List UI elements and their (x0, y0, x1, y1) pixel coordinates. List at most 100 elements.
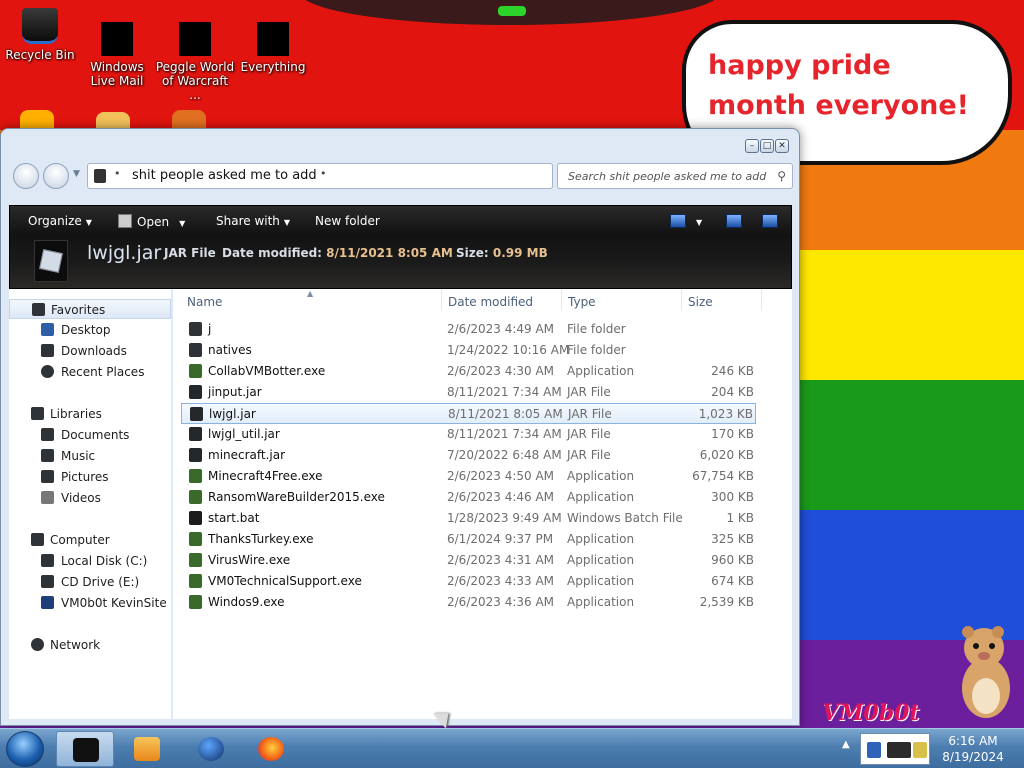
jar-file-large-icon (34, 240, 68, 282)
file-type: JAR File (567, 448, 611, 462)
table-row[interactable]: start.bat 1/28/2023 9:49 AM Windows Batch … (181, 508, 756, 529)
nav-videos[interactable]: Videos (9, 488, 171, 508)
details-size-value: 0.99 MB (492, 246, 548, 260)
batch-file-icon (189, 511, 202, 525)
search-icon[interactable]: ⚲ (777, 169, 786, 183)
organize-button[interactable]: Organize ▼ (28, 214, 92, 228)
nav-downloads[interactable]: Downloads (9, 341, 171, 361)
nav-desktop[interactable]: Desktop (9, 320, 171, 340)
nav-vm0b0t-kevinsite[interactable]: VM0b0t KevinSite (9, 593, 171, 613)
desktop-icon-everything[interactable]: Everything (233, 8, 313, 74)
nav-local-disk[interactable]: Local Disk (C:) (9, 551, 171, 571)
file-type: Application (567, 595, 635, 609)
details-date-label: Date modified: (222, 246, 322, 260)
cd-drive-icon (41, 575, 54, 588)
volume-tray-icon[interactable] (913, 742, 927, 758)
taskbar-globe-button[interactable] (182, 731, 240, 767)
clock-date: 8/19/2024 (942, 750, 1004, 764)
file-name: start.bat (208, 511, 260, 525)
file-size: 6,020 KB (699, 448, 754, 462)
open-button[interactable]: Open ▼ (118, 214, 185, 229)
table-row[interactable]: ThanksTurkey.exe 6/1/2024 9:37 PM Applicat… (181, 529, 756, 550)
network-tray-icon[interactable] (867, 742, 881, 758)
sort-ascending-icon: ▲ (307, 289, 314, 298)
table-row[interactable]: lwjgl_util.jar 8/11/2021 7:34 AM JAR File 1… (181, 424, 756, 445)
taskbar: ▲ 6:16 AM 8/19/2024 (0, 728, 1024, 768)
breadcrumb-separator-icon[interactable]: • (114, 167, 121, 180)
minimize-button[interactable]: – (745, 139, 759, 153)
file-date-modified: 2/6/2023 4:46 AM (447, 490, 555, 504)
column-header-name[interactable]: Name (187, 295, 222, 309)
recent-pages-arrow-icon[interactable]: ▼ (73, 169, 80, 179)
network-drive-icon (41, 596, 54, 609)
address-bar[interactable]: • shit people asked me to add • ▼ ↻ (87, 163, 613, 189)
column-divider[interactable] (561, 289, 562, 311)
explorer-window[interactable]: – □ ✕ ▼ • shit people asked me to add • … (0, 128, 800, 729)
column-header-type[interactable]: Type (568, 295, 596, 309)
back-button[interactable] (13, 163, 39, 189)
app-icon (189, 595, 202, 609)
everything-icon (257, 22, 289, 56)
table-row[interactable]: lwjgl.jar 8/11/2021 8:05 AM JAR File 1,023 … (181, 403, 756, 424)
jar-icon (189, 385, 202, 399)
table-row[interactable]: CollabVMBotter.exe 2/6/2023 4:30 AM Applic… (181, 361, 756, 382)
breadcrumb-separator-icon[interactable]: • (320, 167, 327, 180)
nav-recent-places[interactable]: Recent Places (9, 362, 171, 382)
taskbar-firefox-button[interactable] (242, 731, 300, 767)
show-hidden-icons-icon[interactable]: ▲ (842, 739, 850, 750)
table-row[interactable]: natives 1/24/2022 10:16 AM File folder (181, 340, 756, 361)
new-folder-button[interactable]: New folder (315, 214, 380, 228)
open-label: Open (137, 215, 170, 229)
close-button[interactable]: ✕ (775, 139, 789, 153)
nav-computer[interactable]: Computer (9, 530, 171, 550)
column-divider[interactable] (761, 289, 762, 311)
preview-pane-icon[interactable] (726, 214, 742, 228)
table-row[interactable]: Minecraft4Free.exe 2/6/2023 4:50 AM Applic… (181, 466, 756, 487)
column-divider[interactable] (681, 289, 682, 311)
details-file-name: lwjgl.jar (87, 242, 162, 264)
start-button[interactable] (6, 731, 44, 767)
search-input[interactable]: Search shit people asked me to add ⚲ (557, 163, 793, 189)
nav-favorites[interactable]: Favorites (9, 299, 171, 319)
system-tray (860, 733, 930, 765)
file-type: Application (567, 532, 635, 546)
taskbar-media-player-button[interactable] (118, 731, 176, 767)
tray-app-icon[interactable] (887, 742, 911, 758)
hard-drive-icon (41, 554, 54, 567)
nav-cd-drive[interactable]: CD Drive (E:) (9, 572, 171, 592)
file-type: File folder (567, 322, 626, 336)
file-date-modified: 2/6/2023 4:31 AM (447, 553, 555, 567)
desktop-icon-windows-live-mail[interactable]: Windows Live Mail (77, 8, 157, 88)
clock[interactable]: 6:16 AM 8/19/2024 (934, 733, 1012, 765)
nav-pictures[interactable]: Pictures (9, 467, 171, 487)
table-row[interactable]: VirusWire.exe 2/6/2023 4:31 AM Application… (181, 550, 756, 571)
taskbar-explorer-button[interactable] (56, 731, 114, 767)
table-row[interactable]: VM0TechnicalSupport.exe 2/6/2023 4:33 AM A… (181, 571, 756, 592)
file-date-modified: 2/6/2023 4:36 AM (447, 595, 555, 609)
table-row[interactable]: RansomWareBuilder2015.exe 2/6/2023 4:46 A… (181, 487, 756, 508)
column-header-date[interactable]: Date modified (448, 295, 533, 309)
share-with-button[interactable]: Share with ▼ (216, 214, 290, 228)
desktop-icon-recycle-bin[interactable]: Recycle Bin (0, 8, 80, 62)
mail-icon (101, 22, 133, 56)
change-view-icon[interactable] (670, 214, 686, 228)
forward-button[interactable] (43, 163, 69, 189)
table-row[interactable]: j 2/6/2023 4:49 AM File folder (181, 319, 756, 340)
globe-icon (198, 737, 224, 761)
maximize-button[interactable]: □ (760, 139, 774, 153)
view-options-dropdown[interactable]: ▼ (692, 214, 702, 228)
table-row[interactable]: Windos9.exe 2/6/2023 4:36 AM Application 2,… (181, 592, 756, 613)
column-header-size[interactable]: Size (688, 295, 713, 309)
mouse-cursor-icon (432, 705, 456, 729)
file-size: 246 KB (711, 364, 754, 378)
address-path[interactable]: shit people asked me to add (132, 168, 317, 183)
nav-music[interactable]: Music (9, 446, 171, 466)
table-row[interactable]: minecraft.jar 7/20/2022 6:48 AM JAR File 6,… (181, 445, 756, 466)
help-icon[interactable] (762, 214, 778, 228)
nav-libraries[interactable]: Libraries (9, 404, 171, 424)
desktop-icon-peggle[interactable]: Peggle World of Warcraft ... (155, 8, 235, 102)
nav-documents[interactable]: Documents (9, 425, 171, 445)
column-divider[interactable] (441, 289, 442, 311)
nav-network[interactable]: Network (9, 635, 171, 655)
table-row[interactable]: jinput.jar 8/11/2021 7:34 AM JAR File 204 K… (181, 382, 756, 403)
